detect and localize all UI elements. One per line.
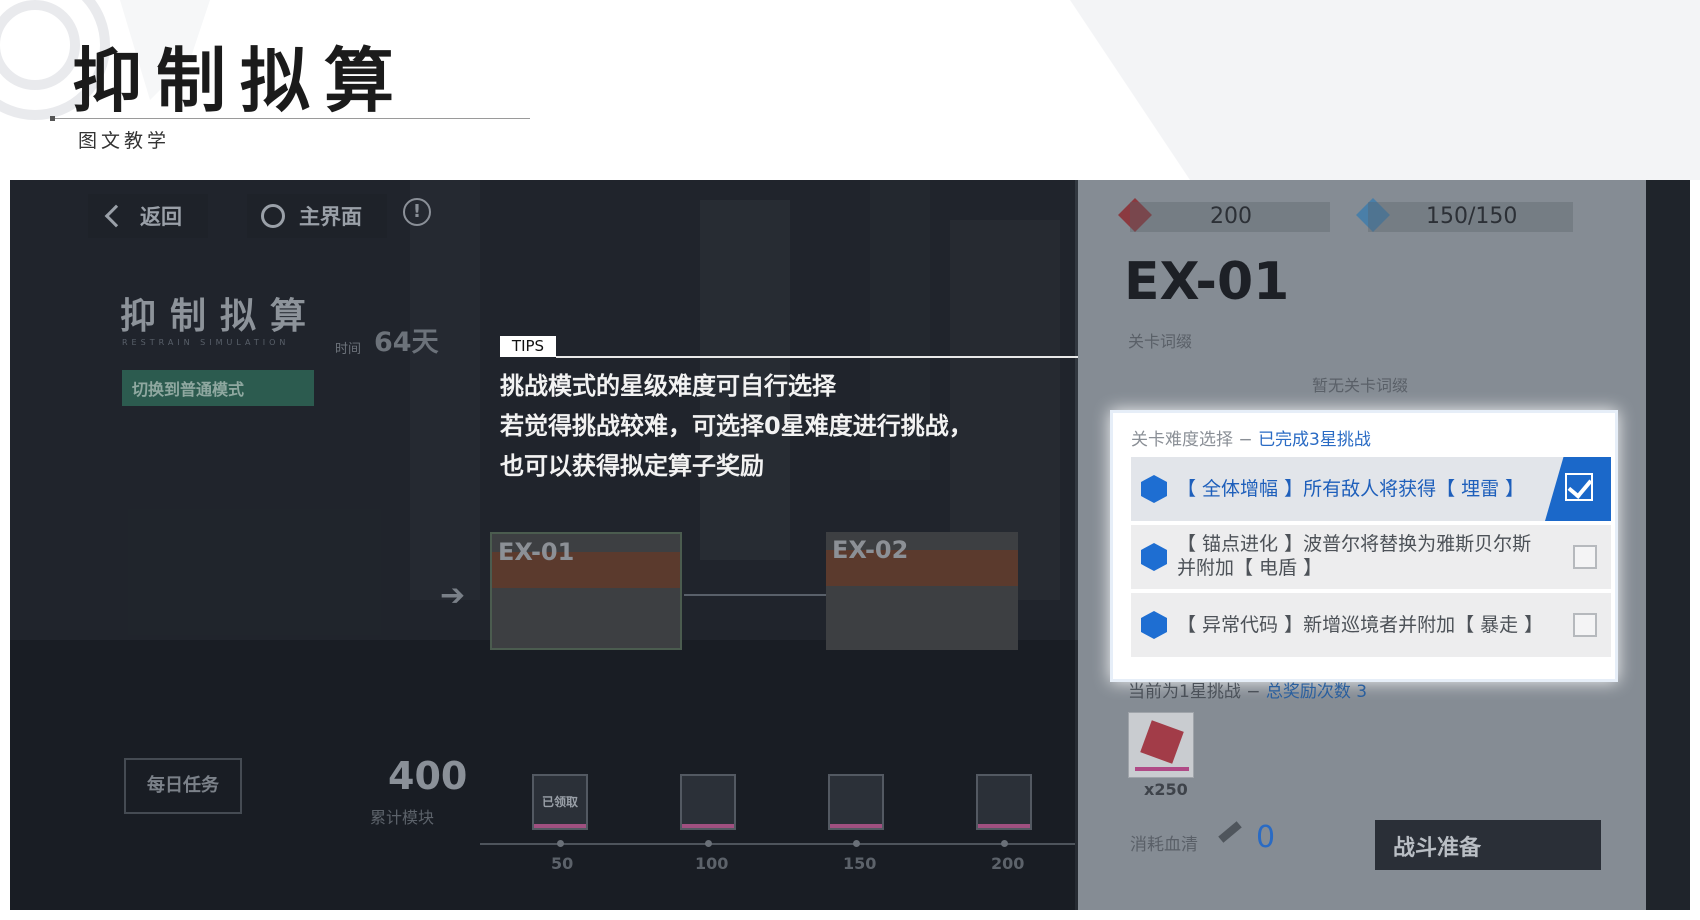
home-label: 主界面 bbox=[299, 205, 362, 229]
mode-title: 抑制拟算 bbox=[120, 296, 321, 337]
stage-card-label: EX-01 bbox=[498, 538, 575, 566]
option-text: 【 全体增幅 】所有敌人将获得【 埋雷 】 bbox=[1177, 478, 1525, 500]
home-circle-icon bbox=[261, 204, 285, 228]
reward-rarity-bar bbox=[978, 824, 1030, 828]
stage-title: EX-01 bbox=[1124, 252, 1290, 312]
reward-rarity-bar bbox=[682, 824, 734, 828]
difficulty-label: 关卡难度选择 bbox=[1131, 430, 1233, 450]
hexagon-icon bbox=[1141, 543, 1167, 571]
difficulty-select-box: 关卡难度选择 − 已完成3星挑战 【 全体增幅 】所有敌人将获得【 埋雷 】 【… bbox=[1110, 410, 1618, 682]
reward-box[interactable]: 已领取 bbox=[532, 774, 588, 830]
daily-task-button[interactable]: 每日任务 bbox=[124, 758, 242, 814]
progress-tick: 200 bbox=[991, 854, 1025, 873]
checkbox[interactable] bbox=[1573, 545, 1597, 569]
stage-card-label: EX-02 bbox=[832, 536, 909, 564]
reward-claimed-label: 已领取 bbox=[541, 795, 578, 809]
difficulty-option[interactable]: 【 锚点进化 】波普尔将替换为雅斯贝尔斯并附加【 电盾 】 bbox=[1131, 525, 1611, 589]
tips-line: 挑战模式的星级难度可自行选择 bbox=[500, 372, 836, 400]
hexagon-icon bbox=[1141, 475, 1167, 503]
item-rarity-bar bbox=[1135, 767, 1189, 771]
back-label: 返回 bbox=[140, 205, 182, 229]
difficulty-separator: − bbox=[1233, 430, 1259, 450]
tips-text: 挑战模式的星级难度可自行选择 若觉得挑战较难，可选择0星难度进行挑战， 也可以获… bbox=[500, 366, 973, 486]
reward-box[interactable] bbox=[976, 774, 1032, 830]
current-star-text: 当前为1星挑战 bbox=[1128, 682, 1241, 702]
title-divider bbox=[52, 118, 530, 119]
stamina-counter: 150/150 bbox=[1368, 202, 1573, 232]
difficulty-completed: 已完成3星挑战 bbox=[1258, 430, 1371, 450]
back-button[interactable]: 返回 bbox=[88, 194, 208, 238]
switch-mode-button[interactable]: 切换到普通模式 bbox=[122, 370, 314, 406]
option-text: 【 锚点进化 】波普尔将替换为雅斯贝尔斯并附加【 电盾 】 bbox=[1177, 533, 1532, 579]
home-button[interactable]: 主界面 bbox=[247, 194, 387, 238]
hexagon-icon bbox=[1141, 611, 1167, 639]
info-icon[interactable]: ! bbox=[403, 198, 431, 226]
stage-connector bbox=[684, 594, 828, 596]
score-value: 400 bbox=[388, 754, 468, 798]
chevron-left-icon bbox=[104, 204, 128, 228]
reward-count: 总奖励次数 3 bbox=[1265, 682, 1368, 702]
cost-label: 消耗血清 bbox=[1130, 835, 1198, 855]
difficulty-option[interactable]: 【 异常代码 】新增巡境者并附加【 暴走 】 bbox=[1131, 593, 1611, 657]
checkbox[interactable] bbox=[1573, 613, 1597, 637]
game-screenshot: 返回 主界面 ! 抑制拟算 RESTRAIN SIMULATION 时间 64天… bbox=[10, 180, 1690, 910]
mode-title-en: RESTRAIN SIMULATION bbox=[122, 338, 290, 347]
time-label: 时间 bbox=[335, 342, 362, 357]
page-title: 抑制拟算 bbox=[72, 40, 408, 122]
time-value: 64天 bbox=[374, 327, 439, 358]
difficulty-header: 关卡难度选择 − 已完成3星挑战 bbox=[1131, 425, 1371, 450]
progress-node bbox=[705, 840, 712, 847]
option-text: 【 异常代码 】新增巡境者并附加【 暴走 】 bbox=[1177, 614, 1544, 636]
progress-tick: 100 bbox=[695, 854, 729, 873]
item-count: x250 bbox=[1144, 780, 1188, 799]
tips-tag: TIPS bbox=[500, 336, 556, 357]
progress-track bbox=[480, 843, 1075, 845]
stage-card-ex01[interactable]: EX-01 bbox=[490, 532, 682, 650]
no-affix-text: 暂无关卡词缀 bbox=[1312, 376, 1409, 395]
reward-rarity-bar bbox=[830, 824, 882, 828]
right-edge-strip bbox=[1646, 180, 1690, 910]
reward-box[interactable] bbox=[680, 774, 736, 830]
progress-node bbox=[1001, 840, 1008, 847]
checkbox-checked-icon[interactable] bbox=[1565, 473, 1593, 501]
difficulty-separator: − bbox=[1240, 682, 1266, 702]
cube-item-icon bbox=[1140, 720, 1184, 764]
cost-value: 0 bbox=[1256, 820, 1276, 855]
tips-line: 若觉得挑战较难，可选择0星难度进行挑战， bbox=[500, 412, 973, 440]
tips-leader-line bbox=[556, 356, 1136, 358]
stage-card-ex02[interactable]: EX-02 bbox=[826, 532, 1018, 650]
arrow-right-icon: ➔ bbox=[440, 578, 466, 613]
page-subtitle: 图文教学 bbox=[78, 130, 171, 152]
current-challenge: 当前为1星挑战 − 总奖励次数 3 bbox=[1128, 677, 1367, 702]
difficulty-option[interactable]: 【 全体增幅 】所有敌人将获得【 埋雷 】 bbox=[1131, 457, 1611, 521]
progress-node bbox=[557, 840, 564, 847]
reward-item[interactable] bbox=[1128, 712, 1194, 778]
progress-node bbox=[853, 840, 860, 847]
resource-counter: 200 bbox=[1130, 202, 1330, 232]
battle-ready-button[interactable]: 战斗准备 bbox=[1375, 820, 1601, 870]
reward-box[interactable] bbox=[828, 774, 884, 830]
reward-rarity-bar bbox=[534, 824, 586, 828]
progress-tick: 50 bbox=[551, 854, 574, 873]
score-label: 累计模块 bbox=[370, 808, 435, 827]
tips-line: 也可以获得拟定算子奖励 bbox=[500, 452, 764, 480]
progress-tick: 150 bbox=[843, 854, 877, 873]
title-divider-dot bbox=[50, 116, 55, 121]
affix-label: 关卡词缀 bbox=[1128, 332, 1193, 351]
